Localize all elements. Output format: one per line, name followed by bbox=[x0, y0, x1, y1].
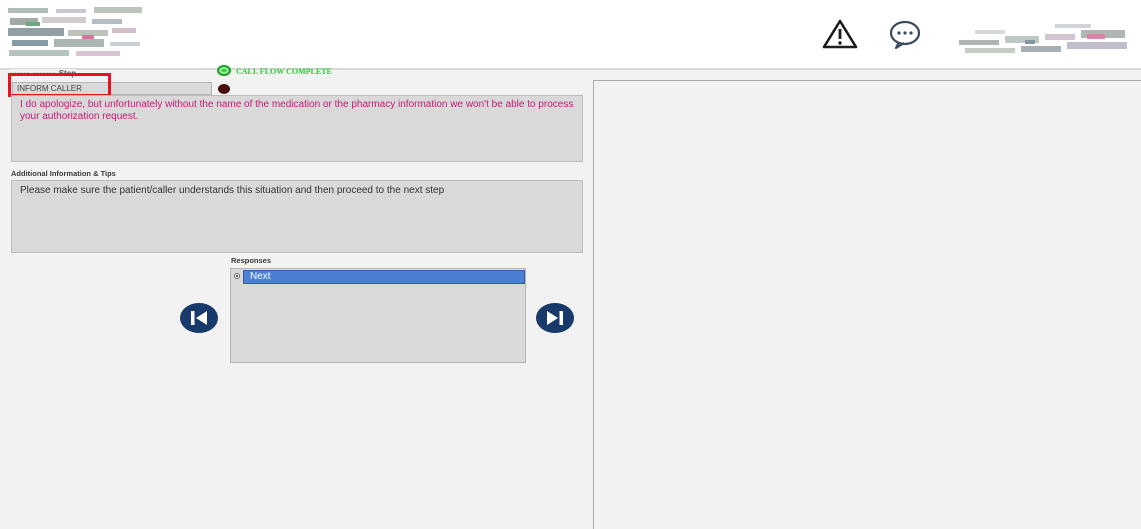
company-logo-right bbox=[955, 22, 1135, 58]
highlight-annotation-box bbox=[8, 73, 111, 97]
chat-bubble-icon[interactable] bbox=[887, 18, 923, 50]
tips-box: Please make sure the patient/caller unde… bbox=[11, 180, 583, 253]
response-radio-icon[interactable] bbox=[234, 273, 240, 279]
tips-label: Additional Information & Tips bbox=[11, 169, 116, 178]
flow-status-indicator-icon bbox=[217, 65, 231, 76]
skip-next-icon bbox=[547, 311, 563, 325]
app-header bbox=[0, 0, 1141, 70]
call-flow-status: CALL FLOW COMPLETE bbox=[236, 67, 332, 76]
company-logo-left bbox=[6, 6, 148, 60]
responses-label: Responses bbox=[231, 256, 272, 265]
warning-triangle-icon[interactable] bbox=[822, 18, 858, 50]
skip-previous-icon bbox=[191, 311, 207, 325]
script-message-box: I do apologize, but unfortunately withou… bbox=[11, 95, 583, 162]
previous-step-button[interactable] bbox=[180, 303, 218, 333]
details-panel bbox=[593, 80, 1141, 529]
response-item-next[interactable]: Next bbox=[243, 270, 525, 284]
record-indicator-icon bbox=[218, 84, 230, 94]
next-step-button[interactable] bbox=[536, 303, 574, 333]
responses-list[interactable]: Next bbox=[230, 268, 526, 363]
